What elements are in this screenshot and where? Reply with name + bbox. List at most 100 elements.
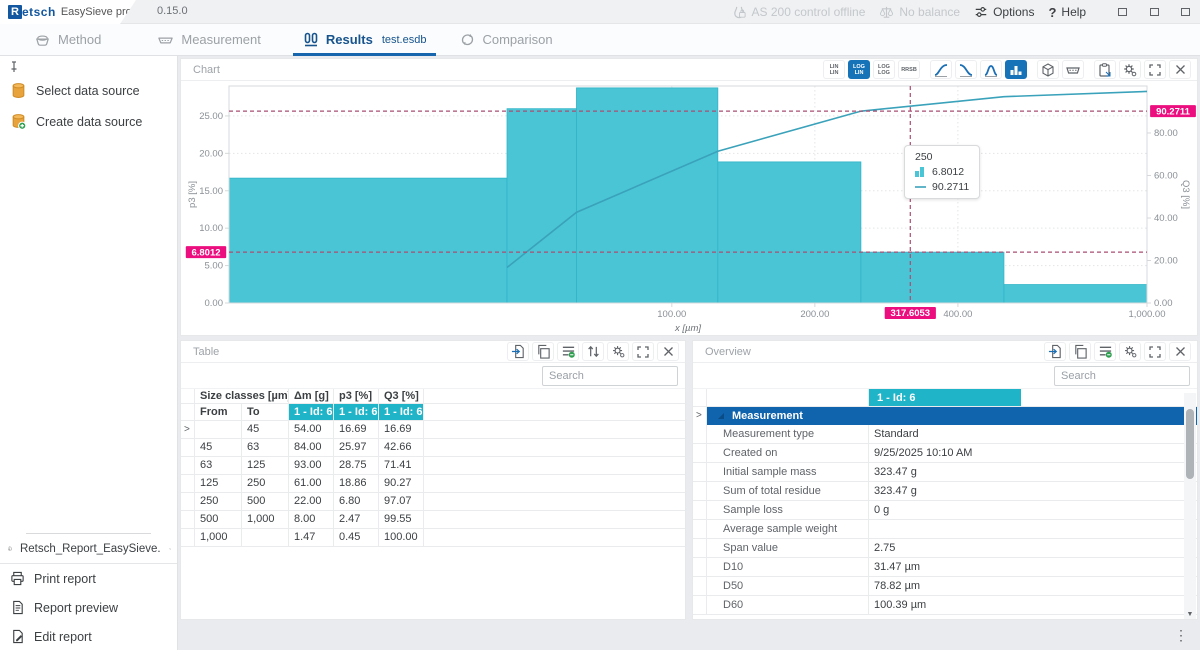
q3-header[interactable]: Q3 [%]	[379, 389, 424, 403]
print-report-button[interactable]: Print report	[0, 564, 177, 593]
overview-row[interactable]: D1031.47 µm	[693, 558, 1197, 577]
table-cell: 54.00	[289, 421, 334, 438]
row-focus-marker: >	[693, 407, 707, 425]
overview-row[interactable]: Sum of total residue323.47 g	[693, 482, 1197, 501]
help-button[interactable]: ? Help	[1048, 5, 1086, 20]
chart-settings-button[interactable]	[1119, 60, 1141, 79]
comparison-arrows-icon	[460, 32, 475, 47]
p3-header[interactable]: p3 [%]	[334, 389, 379, 403]
more-options-icon[interactable]: ⋮	[1174, 627, 1188, 644]
title-bar: Retsch EasySieve pro 0.15.0 AS 200 contr…	[0, 0, 1200, 24]
chart-fullscreen-button[interactable]	[1144, 60, 1166, 79]
table-export-button[interactable]	[507, 342, 529, 361]
overview-copy-button[interactable]	[1069, 342, 1091, 361]
edit-report-button[interactable]: Edit report	[0, 622, 177, 650]
tab-measurement[interactable]: Measurement	[147, 24, 270, 56]
overview-fullscreen-button[interactable]	[1144, 342, 1166, 361]
chart-plot-area[interactable]: 0.005.0010.0015.0020.0025.000.0020.0040.…	[181, 81, 1197, 335]
overview-row[interactable]: D60100.39 µm	[693, 596, 1197, 615]
from-header[interactable]: From	[195, 404, 242, 420]
overview-row[interactable]: Span value2.75	[693, 539, 1197, 558]
maximize-button[interactable]	[1150, 8, 1159, 16]
scrollbar-thumb[interactable]	[1186, 409, 1194, 479]
overview-group-row[interactable]: > Measurement	[693, 407, 1197, 425]
series-header-dm[interactable]: 1 - Id: 6	[289, 404, 334, 420]
scale-log-lin-button[interactable]: LOGLIN	[848, 60, 870, 79]
database-add-icon	[10, 113, 27, 130]
overview-row[interactable]: Created on9/25/2025 10:10 AM	[693, 444, 1197, 463]
table-close-button[interactable]	[657, 342, 679, 361]
tab-comparison[interactable]: Comparison	[450, 24, 562, 56]
svg-text:60.00: 60.00	[1154, 170, 1178, 181]
scale-rrsb-button[interactable]: RRSB	[898, 60, 920, 79]
tab-results[interactable]: Results test.esdb	[293, 24, 437, 56]
table-search-input[interactable]	[542, 366, 678, 386]
overview-export-button[interactable]	[1044, 342, 1066, 361]
svg-text:200.00: 200.00	[800, 309, 829, 320]
device-status[interactable]: AS 200 control offline	[732, 5, 866, 20]
chart-3d-button[interactable]	[1037, 60, 1059, 79]
minimize-button[interactable]	[1118, 8, 1127, 16]
table-row-filter-button[interactable]	[557, 342, 579, 361]
retained-curve-button[interactable]	[955, 60, 977, 79]
table-settings-button[interactable]	[607, 342, 629, 361]
pin-icon[interactable]	[8, 61, 20, 73]
table-row[interactable]: 5001,0008.002.4799.55	[181, 511, 685, 529]
series-header-p3[interactable]: 1 - Id: 6	[334, 404, 379, 420]
close-window-button[interactable]	[1181, 8, 1190, 16]
dm-header[interactable]: Δm [g]	[289, 389, 334, 403]
overview-row[interactable]: D5078.82 µm	[693, 577, 1197, 596]
table-row[interactable]: 1,0001.470.45100.00	[181, 529, 685, 547]
create-data-source-button[interactable]: Create data source	[0, 106, 177, 137]
to-header[interactable]: To	[242, 404, 289, 420]
chart-close-button[interactable]	[1169, 60, 1191, 79]
overview-row[interactable]: Average sample weight	[693, 520, 1197, 539]
table-fullscreen-button[interactable]	[632, 342, 654, 361]
overview-row[interactable]: Initial sample mass323.47 g	[693, 463, 1197, 482]
table-row[interactable]: 12525061.0018.8690.27	[181, 475, 685, 493]
cube-icon	[1040, 62, 1056, 78]
overview-row[interactable]: Sample loss0 g	[693, 501, 1197, 520]
tab-method[interactable]: Method	[24, 24, 111, 56]
table-copy-button[interactable]	[532, 342, 554, 361]
overview-series-header[interactable]: 1 - Id: 6	[869, 389, 1021, 406]
table-row[interactable]: >4554.0016.6916.69	[181, 421, 685, 439]
density-curve-button[interactable]	[980, 60, 1002, 79]
svg-text:5.00: 5.00	[205, 261, 224, 272]
histogram-bar	[861, 252, 1004, 303]
scale-log-log-button[interactable]: LOGLOG	[873, 60, 895, 79]
overview-row-value	[869, 520, 1197, 538]
select-data-source-button[interactable]: Select data source	[0, 75, 177, 106]
histogram-button[interactable]	[1005, 60, 1027, 79]
overview-row-value: 78.82 µm	[869, 577, 1197, 595]
report-template-selector[interactable]: Retsch_Report_EasySieve.	[0, 534, 177, 564]
scrollbar-down-arrow[interactable]: ▼	[1184, 611, 1196, 618]
report-preview-button[interactable]: Report preview	[0, 593, 177, 622]
sieve-view-button[interactable]	[1062, 60, 1084, 79]
size-classes-header: Size classes [µm]	[195, 389, 289, 403]
series-header-q3[interactable]: 1 - Id: 6	[379, 404, 424, 420]
table-row[interactable]: 25050022.006.8097.07	[181, 493, 685, 511]
overview-row-label: D10	[707, 558, 869, 576]
cumulative-curve-button[interactable]	[930, 60, 952, 79]
table-row[interactable]: 456384.0025.9742.66	[181, 439, 685, 457]
overview-row-value: 31.47 µm	[869, 558, 1197, 576]
scale-lin-lin-button[interactable]: LINLIN	[823, 60, 845, 79]
table-cell: 250	[242, 475, 289, 492]
table-cell	[181, 529, 195, 546]
overview-scrollbar[interactable]: ▼	[1184, 393, 1196, 619]
chart-toolbar: LINLIN LOGLIN LOGLOG RRSB	[823, 60, 1191, 79]
overview-panel: Overview 1 - Id: 6	[692, 340, 1198, 620]
main-tab-bar: Method Measurement Results test.esdb Com…	[0, 24, 1200, 56]
table-sort-button[interactable]	[582, 342, 604, 361]
overview-settings-button[interactable]	[1119, 342, 1141, 361]
overview-close-button[interactable]	[1169, 342, 1191, 361]
balance-status[interactable]: No balance	[879, 5, 960, 20]
copy-chart-button[interactable]	[1094, 60, 1116, 79]
s-curve-down-icon	[958, 62, 974, 78]
overview-row[interactable]: Measurement typeStandard	[693, 425, 1197, 444]
options-button[interactable]: Options	[974, 5, 1034, 19]
overview-row-filter-button[interactable]	[1094, 342, 1116, 361]
table-row[interactable]: 6312593.0028.7571.41	[181, 457, 685, 475]
overview-search-input[interactable]	[1054, 366, 1190, 386]
